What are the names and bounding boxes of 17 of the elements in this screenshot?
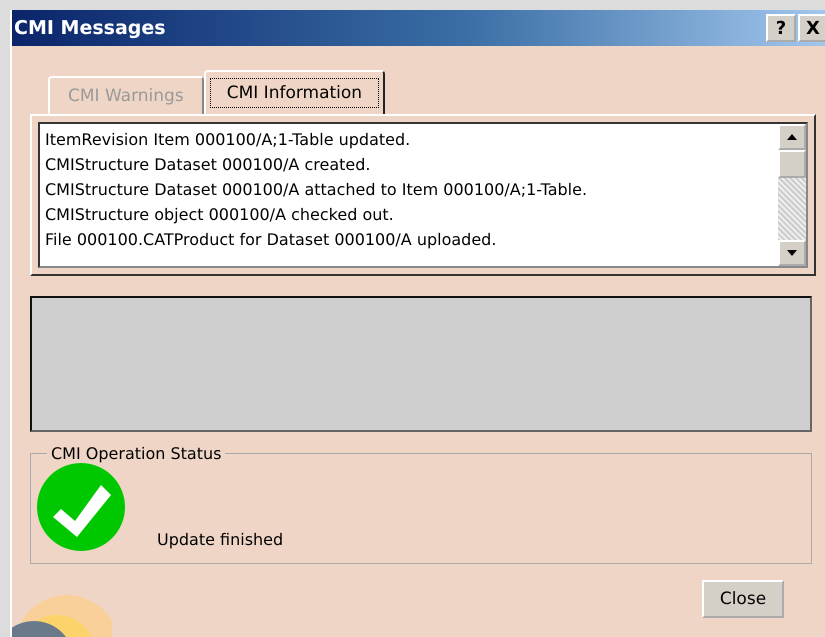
- close-dialog-button[interactable]: Close: [702, 580, 784, 618]
- scroll-thumb[interactable]: [778, 150, 806, 178]
- title-bar-x-button[interactable]: X: [798, 14, 825, 42]
- scrollbar[interactable]: [778, 124, 806, 266]
- message-line: ItemRevision Item 000100/A;1-Table updated.: [45, 129, 412, 151]
- message-line: CMIStructure Dataset 000100/A created.: [45, 154, 372, 176]
- tab[interactable]: CMI Information: [204, 70, 386, 114]
- help-button[interactable]: ?: [766, 14, 796, 42]
- group-title: CMI Operation Status: [50, 444, 222, 463]
- status-message: Update finished: [157, 530, 284, 549]
- check-circle-icon: [37, 463, 125, 551]
- window-title: CMI Messages: [14, 17, 166, 39]
- scroll-down-icon[interactable]: [778, 240, 806, 266]
- message-line: CMIStructure Dataset 000100/A attached to Item 000100/A;1-Table.: [45, 179, 588, 201]
- message-line: CMIStructure object 000100/A checked out.: [45, 204, 395, 226]
- scroll-up-icon[interactable]: [778, 124, 806, 150]
- message-line: File 000100.CATProduct for Dataset 000100/A uploaded.: [45, 229, 498, 251]
